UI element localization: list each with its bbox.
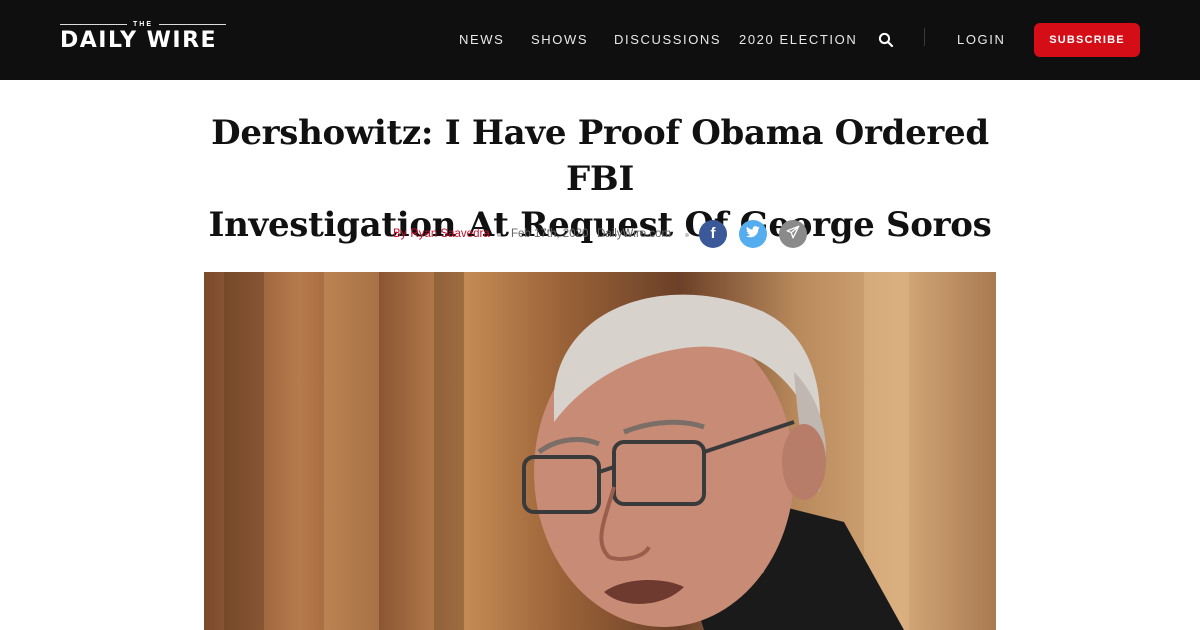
share-twitter-button[interactable] — [739, 220, 767, 248]
author-link[interactable]: Ryan Saavedra — [410, 228, 489, 240]
share-facebook-button[interactable]: f — [699, 220, 727, 248]
facebook-icon: f — [710, 225, 716, 242]
source-label: DailyWire.com — [597, 228, 672, 240]
share-email-button[interactable] — [779, 220, 807, 248]
separator-dot — [497, 233, 501, 237]
by-label: By — [393, 228, 407, 240]
nav-news[interactable]: NEWS — [459, 32, 504, 47]
send-icon — [786, 225, 800, 244]
nav-2020-election[interactable]: 2020 ELECTION — [739, 32, 857, 47]
subscribe-button[interactable]: SUBSCRIBE — [1034, 23, 1140, 57]
nav-discussions[interactable]: DISCUSSIONS — [614, 32, 721, 47]
article-byline: By Ryan Saavedra Feb 17th, 2020 DailyWire… — [0, 220, 1200, 250]
site-header: THE DAILY WIRE NEWS SHOWS DISCUSSIONS 20… — [0, 0, 1200, 80]
logo-wordmark: DAILY WIRE — [60, 28, 218, 53]
site-logo[interactable]: THE DAILY WIRE — [60, 20, 230, 54]
search-icon[interactable] — [878, 32, 894, 48]
publish-date: Feb 17th, 2020 — [511, 228, 589, 240]
separator-dot — [685, 233, 689, 237]
author-credit: By Ryan Saavedra — [393, 228, 490, 240]
nav-shows[interactable]: SHOWS — [531, 32, 588, 47]
login-link[interactable]: LOGIN — [957, 32, 1005, 47]
logo-the: THE — [60, 20, 226, 28]
article-title-line-1: Dershowitz: I Have Proof Obama Ordered F… — [211, 113, 989, 199]
nav-divider — [924, 28, 925, 46]
article-hero-image — [204, 272, 996, 630]
twitter-icon — [745, 225, 760, 243]
